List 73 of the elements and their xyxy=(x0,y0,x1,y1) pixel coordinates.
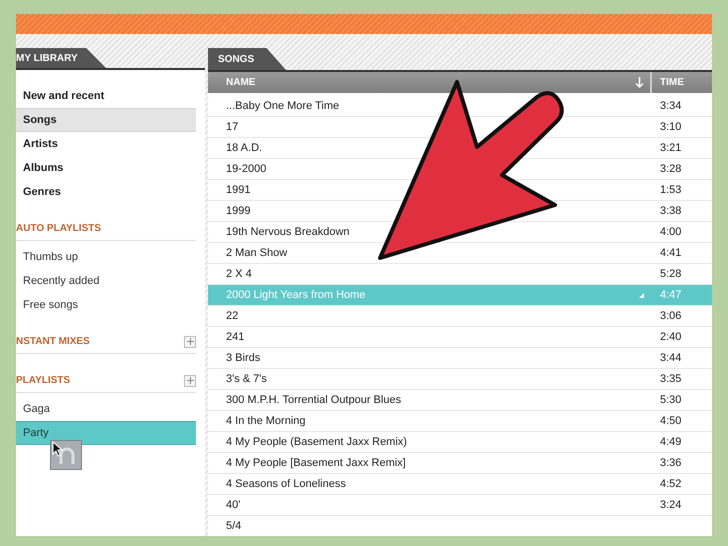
add-button[interactable] xyxy=(184,374,196,386)
song-name: 40' xyxy=(226,498,240,513)
song-row[interactable]: 4 My People [Basement Jaxx Remix] 3:36 xyxy=(208,453,712,474)
song-time: 3:28 xyxy=(660,162,682,175)
song-name: 3 Birds xyxy=(226,350,260,366)
song-name: 2 X 4 xyxy=(226,266,252,282)
song-name: 2000 Light Years from Home xyxy=(226,288,366,303)
song-name: ...Baby One More Time xyxy=(226,98,340,114)
song-time: 3:24 xyxy=(660,498,682,511)
sidebar-item[interactable]: Recently added xyxy=(16,269,196,293)
sidebar-item[interactable]: New and recent xyxy=(16,84,196,108)
sidebar-item[interactable]: Albums xyxy=(16,156,196,180)
song-name: 4 In the Morning xyxy=(226,414,306,429)
sidebar-item[interactable]: Gaga xyxy=(16,397,196,421)
song-row[interactable]: 5/4 xyxy=(208,516,712,536)
song-time: 4:47 xyxy=(660,288,682,301)
song-time: 4:00 xyxy=(660,226,682,238)
song-time: 3:34 xyxy=(660,100,682,112)
song-name: 19-2000 xyxy=(226,162,266,177)
song-time: 1:53 xyxy=(660,184,682,196)
song-name: 17 xyxy=(226,120,238,135)
panel-tab[interactable]: SONGS xyxy=(208,48,286,70)
song-time: 2:40 xyxy=(660,330,682,343)
section-title: NSTANT MIXES xyxy=(16,335,90,349)
sidebar-item[interactable]: Party xyxy=(16,421,196,445)
corner-triangle-icon xyxy=(639,292,644,298)
song-time: 4:52 xyxy=(660,478,682,490)
song-time: 3:21 xyxy=(660,142,682,154)
song-row[interactable]: 241 2:40 xyxy=(208,327,712,348)
song-time: 3:06 xyxy=(660,310,682,322)
sidebar-item[interactable]: Free songs xyxy=(16,293,196,317)
song-row[interactable]: 4 My People (Basement Jaxx Remix) 4:49 xyxy=(208,432,712,453)
song-row[interactable]: 22 3:06 xyxy=(208,306,712,327)
song-time: 3:35 xyxy=(660,372,682,385)
song-name: 3's & 7's xyxy=(226,372,267,387)
song-name: 2 Man Show xyxy=(226,246,288,261)
song-time: 4:50 xyxy=(660,414,682,427)
song-name: 1999 xyxy=(226,204,250,219)
song-name: 5/4 xyxy=(226,518,242,534)
song-time: 3:38 xyxy=(660,204,682,217)
song-time: 4:41 xyxy=(660,246,682,259)
section-title: AUTO PLAYLISTS xyxy=(16,222,102,236)
sidebar-item[interactable]: Genres xyxy=(16,180,196,204)
song-row[interactable]: 4 Seasons of Loneliness 4:52 xyxy=(208,474,712,495)
song-time: 3:44 xyxy=(660,352,682,364)
sidebar-item[interactable]: Songs xyxy=(16,108,196,132)
song-row[interactable]: 300 M.P.H. Torrential Outpour Blues 5:30 xyxy=(208,390,712,411)
song-time: 5:30 xyxy=(660,394,682,406)
song-name: 4 My People [Basement Jaxx Remix] xyxy=(226,456,406,471)
song-row[interactable]: 3's & 7's 3:35 xyxy=(208,369,712,390)
song-time: 3:10 xyxy=(660,120,682,133)
song-name: 241 xyxy=(226,330,244,345)
sidebar-item[interactable]: Artists xyxy=(16,132,196,156)
song-name: 22 xyxy=(226,308,238,324)
song-row[interactable]: 4 In the Morning 4:50 xyxy=(208,411,712,432)
mouse-pointer-icon xyxy=(52,441,63,457)
drag-preview-icon xyxy=(50,440,82,470)
song-name: 4 Seasons of Loneliness xyxy=(226,476,346,492)
song-time: 4:49 xyxy=(660,436,682,448)
song-row[interactable]: 40' 3:24 xyxy=(208,495,712,516)
song-name: 4 My People (Basement Jaxx Remix) xyxy=(226,434,407,450)
song-name: 19th Nervous Breakdown xyxy=(226,224,350,240)
song-time: 5:28 xyxy=(660,268,682,280)
panel-tab[interactable]: MY LIBRARY xyxy=(16,48,106,68)
song-name: 18 A.D. xyxy=(226,140,262,156)
add-button[interactable] xyxy=(184,336,196,348)
song-time: 3:36 xyxy=(660,456,682,469)
sidebar-item[interactable]: Thumbs up xyxy=(16,245,196,269)
section-title: PLAYLISTS xyxy=(16,374,70,388)
sort-arrow-icon[interactable] xyxy=(635,77,644,88)
song-row[interactable]: 3 Birds 3:44 xyxy=(208,348,712,369)
song-name: 1991 xyxy=(226,182,250,198)
song-name: 300 M.P.H. Torrential Outpour Blues xyxy=(226,392,402,408)
